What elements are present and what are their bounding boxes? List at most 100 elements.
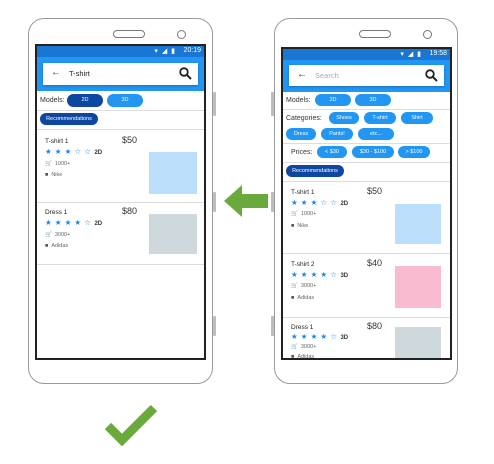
recommendations-chip[interactable]: Recommendations [286,165,344,177]
side-button [213,92,216,116]
recommendations-chip[interactable]: Recommendations [40,113,98,125]
model-2d-chip[interactable]: 2D [67,94,103,107]
side-button [213,316,216,336]
divider [283,181,450,182]
divider [37,264,204,265]
search-box[interactable]: ← T-shirt [43,63,198,85]
category-chip[interactable]: Shoes [329,112,359,124]
search-placeholder[interactable]: Search [315,71,339,80]
side-button [213,192,216,212]
model-3d-chip[interactable]: 3D [107,94,143,107]
brand: ■ Adidas [45,243,69,249]
item-title[interactable]: T-shirt 1 [45,138,68,145]
category-chip[interactable]: T-shirt [364,112,396,124]
search-box[interactable]: ← Search [289,65,444,86]
phone-camera [177,30,186,39]
status-bar: ▾ ◢ ▮ 20:19 [37,46,204,57]
cart-icon: 🛒 [291,344,298,350]
price-chip[interactable]: $30 - $100 [352,146,394,158]
status-time: 20:19 [183,47,201,54]
item-thumbnail[interactable] [395,327,441,358]
divider [37,202,204,203]
bag-icon: ■ [45,172,49,178]
item-title[interactable]: Dress 1 [291,324,313,331]
rating-stars: ★ ★ ★ ☆ ☆ 2D [45,147,103,156]
divider [283,253,450,254]
categories-label: Categories: [286,115,322,122]
divider [283,143,450,144]
item-price: $50 [122,135,138,145]
phone-after: ▾ ◢ ▮ 19:58 ← Search Models: 2D 3D Categ… [274,18,458,384]
sold-count: 🛒 3000+ [291,344,317,350]
search-icon[interactable] [425,69,438,82]
models-label: Models: [40,97,65,104]
rating-stars: ★ ★ ★ ☆ ☆ 2D [291,198,349,207]
model-3d-chip[interactable]: 3D [355,94,391,106]
app-bar: ← T-shirt [37,57,204,91]
bag-icon: ■ [291,354,295,360]
phone-speaker [113,30,145,38]
rating-stars: ★ ★ ★ ★ ☆ 3D [291,270,349,279]
divider [37,110,204,111]
item-price: $80 [367,321,383,331]
model-type: 2D [340,201,349,207]
category-chip[interactable]: etc... [358,128,394,140]
brand: ■ Nike [45,172,63,178]
side-button [271,192,274,212]
back-arrow-icon[interactable]: ← [51,67,61,78]
brand: ■ Adidas [291,295,315,301]
divider [283,109,450,110]
divider [37,129,204,130]
item-title[interactable]: Dress 1 [45,209,67,216]
category-chip[interactable]: Pants! [321,128,353,140]
bag-icon: ■ [291,223,295,229]
signal-battery-icons: ▾ ◢ ▮ [154,48,176,55]
category-chip[interactable]: Dress [286,128,316,140]
status-time: 19:58 [429,50,447,57]
bag-icon: ■ [291,295,295,301]
cart-icon: 🛒 [45,161,52,167]
signal-battery-icons: ▾ ◢ ▮ [400,51,422,58]
search-query[interactable]: T-shirt [69,69,90,78]
item-thumbnail[interactable] [149,152,197,194]
cart-icon: 🛒 [45,232,52,238]
item-thumbnail[interactable] [395,204,441,244]
sold-count: 🛒 1000+ [45,161,71,167]
model-2d-chip[interactable]: 2D [315,94,351,106]
side-button [271,92,274,116]
side-button [271,316,274,336]
checkmark-icon [104,404,158,446]
item-price: $50 [367,186,383,196]
bag-icon: ■ [45,243,49,249]
back-arrow-icon[interactable]: ← [297,69,307,80]
brand: ■ Nike [291,223,309,229]
sold-count: 🛒 3000+ [291,283,317,289]
sold-count: 🛒 1000+ [291,211,317,217]
model-type: 2D [94,150,103,156]
price-chip[interactable]: > $100 [398,146,430,158]
divider [283,162,450,163]
model-type: 3D [340,273,349,279]
phone-before: ▾ ◢ ▮ 20:19 ← T-shirt Models: 2D 3D Reco… [28,18,213,384]
item-price: $40 [367,258,383,268]
models-label: Models: [286,97,311,104]
item-price: $80 [122,206,138,216]
price-chip[interactable]: < $30 [317,146,347,158]
cart-icon: 🛒 [291,283,298,289]
prices-label: Prices: [291,149,313,156]
rating-stars: ★ ★ ★ ★ ☆ 2D [45,218,103,227]
rating-stars: ★ ★ ★ ★ ☆ 3D [291,332,349,341]
item-title[interactable]: T-shirt 1 [291,189,314,196]
search-icon[interactable] [179,67,192,80]
item-thumbnail[interactable] [395,266,441,308]
item-title[interactable]: T-shirt 2 [291,261,314,268]
category-chip[interactable]: Shirt [401,112,433,124]
app-bar: ← Search [283,60,450,92]
sold-count: 🛒 3000+ [45,232,71,238]
divider [283,317,450,318]
model-type: 3D [340,335,349,341]
left-arrow-icon [224,185,268,217]
phone-speaker [359,30,391,38]
item-thumbnail[interactable] [149,214,197,254]
screen-before: ▾ ◢ ▮ 20:19 ← T-shirt Models: 2D 3D Reco… [35,44,206,360]
